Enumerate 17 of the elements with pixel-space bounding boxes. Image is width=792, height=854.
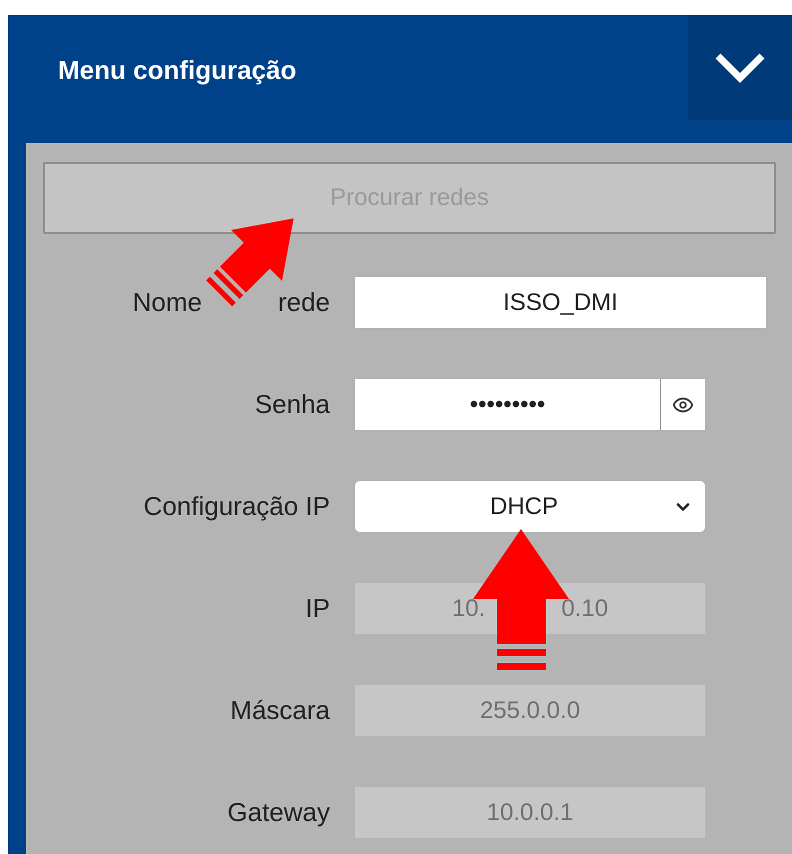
input-field[interactable]: ISSO_DMI — [355, 277, 766, 328]
collapse-button[interactable] — [688, 15, 792, 120]
password-field[interactable]: ••••••••• — [355, 379, 705, 430]
field-label: Senha — [254, 389, 330, 420]
field-value: 10. — [452, 594, 486, 622]
select-field[interactable]: DHCP — [355, 481, 705, 532]
field-label: Máscara — [230, 695, 330, 726]
field-label: Nome — [132, 287, 202, 317]
field-value: 0.10 — [561, 594, 608, 622]
field-label: IP — [305, 593, 330, 624]
field-label: rede — [278, 287, 330, 317]
chevron-icon — [714, 52, 766, 84]
readonly-field: 255.0.0.0 — [355, 685, 705, 736]
field-label: Configuração IP — [144, 491, 330, 522]
readonly-field: 10.0.0.1 — [355, 787, 705, 838]
field-label: Gateway — [227, 797, 330, 828]
panel-title: Menu configuração — [58, 55, 296, 86]
